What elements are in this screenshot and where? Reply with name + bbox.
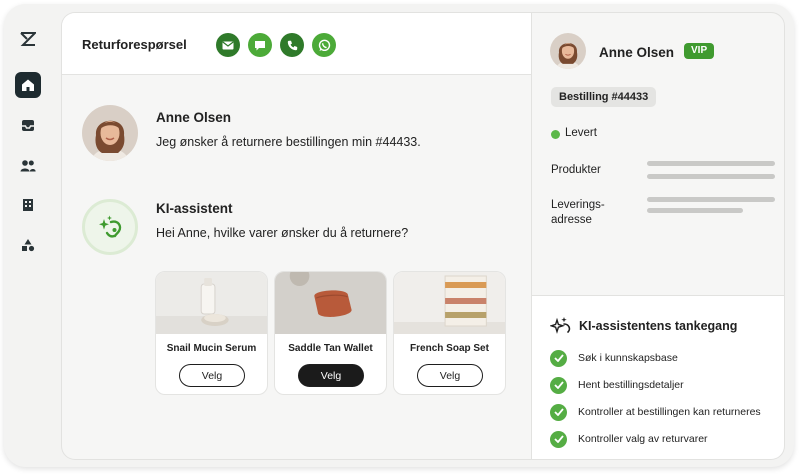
product-image-soap bbox=[394, 272, 505, 334]
placeholder-bar bbox=[647, 197, 775, 202]
email-channel-icon[interactable] bbox=[216, 33, 240, 57]
reasoning-step: Kontroller valg av returvarer bbox=[550, 430, 708, 448]
vip-badge: VIP bbox=[684, 43, 715, 59]
customer-name: Anne Olsen bbox=[156, 110, 232, 125]
customer-avatar-small bbox=[550, 33, 586, 69]
reasoning-step: Kontroller at bestillingen kan returnere… bbox=[550, 403, 761, 421]
conversation-header: Returforespørsel bbox=[62, 13, 531, 75]
organization-icon[interactable] bbox=[15, 192, 41, 218]
customer-avatar bbox=[82, 105, 138, 161]
check-icon bbox=[550, 403, 567, 421]
customer-message: Jeg ønsker å returnere bestillingen min … bbox=[156, 135, 421, 149]
nav-rail bbox=[4, 4, 52, 467]
customer-details-panel: Anne Olsen VIP Bestilling #44433 Levert … bbox=[531, 12, 785, 296]
whatsapp-channel-icon[interactable] bbox=[312, 33, 336, 57]
address-label: Leverings- adresse bbox=[551, 199, 605, 226]
home-icon[interactable] bbox=[15, 72, 41, 98]
page-title: Returforespørsel bbox=[82, 37, 187, 52]
product-image-serum bbox=[156, 272, 267, 334]
reasoning-title: KI-assistentens tankegang bbox=[579, 319, 738, 333]
phone-channel-icon[interactable] bbox=[280, 33, 304, 57]
reasoning-step-text: Hent bestillingsdetaljer bbox=[578, 379, 684, 391]
inbox-icon[interactable] bbox=[15, 112, 41, 138]
reasoning-step-text: Søk i kunnskapsbase bbox=[578, 352, 678, 364]
placeholder-bar bbox=[647, 174, 775, 179]
zendesk-logo-icon[interactable] bbox=[15, 26, 41, 52]
check-icon bbox=[550, 349, 567, 367]
placeholder-bar bbox=[647, 208, 743, 213]
product-name: Saddle Tan Wallet bbox=[288, 343, 373, 354]
ai-reasoning-panel: KI-assistentens tankegang Søk i kunnskap… bbox=[531, 296, 785, 460]
objects-icon[interactable] bbox=[15, 232, 41, 258]
chat-channel-icon[interactable] bbox=[248, 33, 272, 57]
reasoning-step-text: Kontroller valg av returvarer bbox=[578, 433, 708, 445]
products-label: Produkter bbox=[551, 164, 601, 176]
ai-assistant-avatar bbox=[82, 199, 138, 255]
ai-sparkle-icon bbox=[99, 215, 122, 238]
status-dot-icon bbox=[551, 130, 560, 139]
product-image-wallet bbox=[275, 272, 386, 334]
app-window: Returforespørsel Anne Olsen Jeg ønsker å… bbox=[4, 4, 794, 467]
product-name: Snail Mucin Serum bbox=[166, 343, 257, 354]
product-card: Snail Mucin Serum Velg bbox=[155, 271, 268, 395]
placeholder-bar bbox=[647, 161, 775, 166]
check-icon bbox=[550, 430, 567, 448]
select-product-button[interactable]: Velg bbox=[298, 364, 364, 387]
customer-name: Anne Olsen bbox=[599, 45, 675, 60]
reasoning-step-text: Kontroller at bestillingen kan returnere… bbox=[578, 406, 761, 418]
order-number-tag[interactable]: Bestilling #44433 bbox=[551, 87, 657, 107]
order-status: Levert bbox=[565, 127, 597, 139]
product-card: Saddle Tan Wallet Velg bbox=[274, 271, 387, 395]
users-icon[interactable] bbox=[15, 152, 41, 178]
reasoning-step: Søk i kunnskapsbase bbox=[550, 349, 678, 367]
product-card: French Soap Set Velg bbox=[393, 271, 506, 395]
select-product-button[interactable]: Velg bbox=[417, 364, 483, 387]
reasoning-step: Hent bestillingsdetaljer bbox=[550, 376, 684, 394]
conversation-panel: Returforespørsel Anne Olsen Jeg ønsker å… bbox=[61, 12, 531, 460]
check-icon bbox=[550, 376, 567, 394]
ai-sparkle-icon bbox=[550, 317, 571, 334]
product-name: French Soap Set bbox=[410, 343, 489, 354]
assistant-message: Hei Anne, hvilke varer ønsker du å retur… bbox=[156, 226, 409, 240]
assistant-name: KI-assistent bbox=[156, 201, 233, 216]
select-product-button[interactable]: Velg bbox=[179, 364, 245, 387]
